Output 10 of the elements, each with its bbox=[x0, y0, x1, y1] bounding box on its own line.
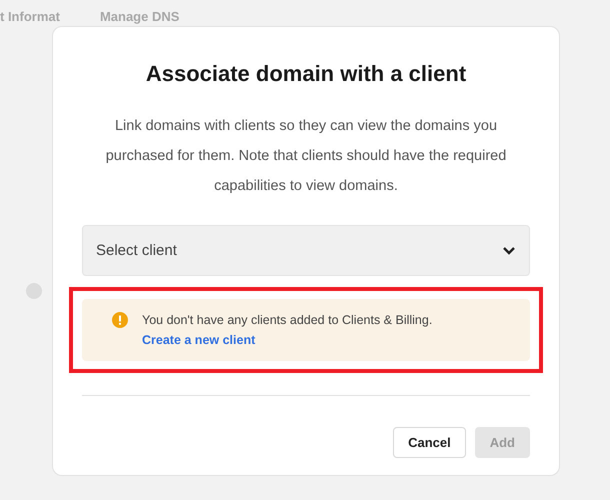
chevron-down-icon bbox=[502, 246, 516, 255]
background-tab-label: t Informat bbox=[0, 9, 60, 24]
dialog-button[interactable]: Cancel bbox=[393, 427, 466, 458]
notice-text: You don't have any clients added to Clients & Billing. Create a new client bbox=[142, 312, 434, 349]
warning-icon bbox=[112, 312, 128, 328]
dialog-title: Associate domain with a client bbox=[144, 60, 468, 88]
background-tab-label: Manage DNS bbox=[100, 9, 180, 24]
client-select[interactable]: Select client bbox=[82, 225, 530, 276]
dialog-description: Link domains with clients so they can view the domains you purchased for them. Note that clients should have the required capabilities to view domains. bbox=[104, 117, 508, 196]
create-client-link[interactable]: Create a new client bbox=[142, 333, 256, 347]
